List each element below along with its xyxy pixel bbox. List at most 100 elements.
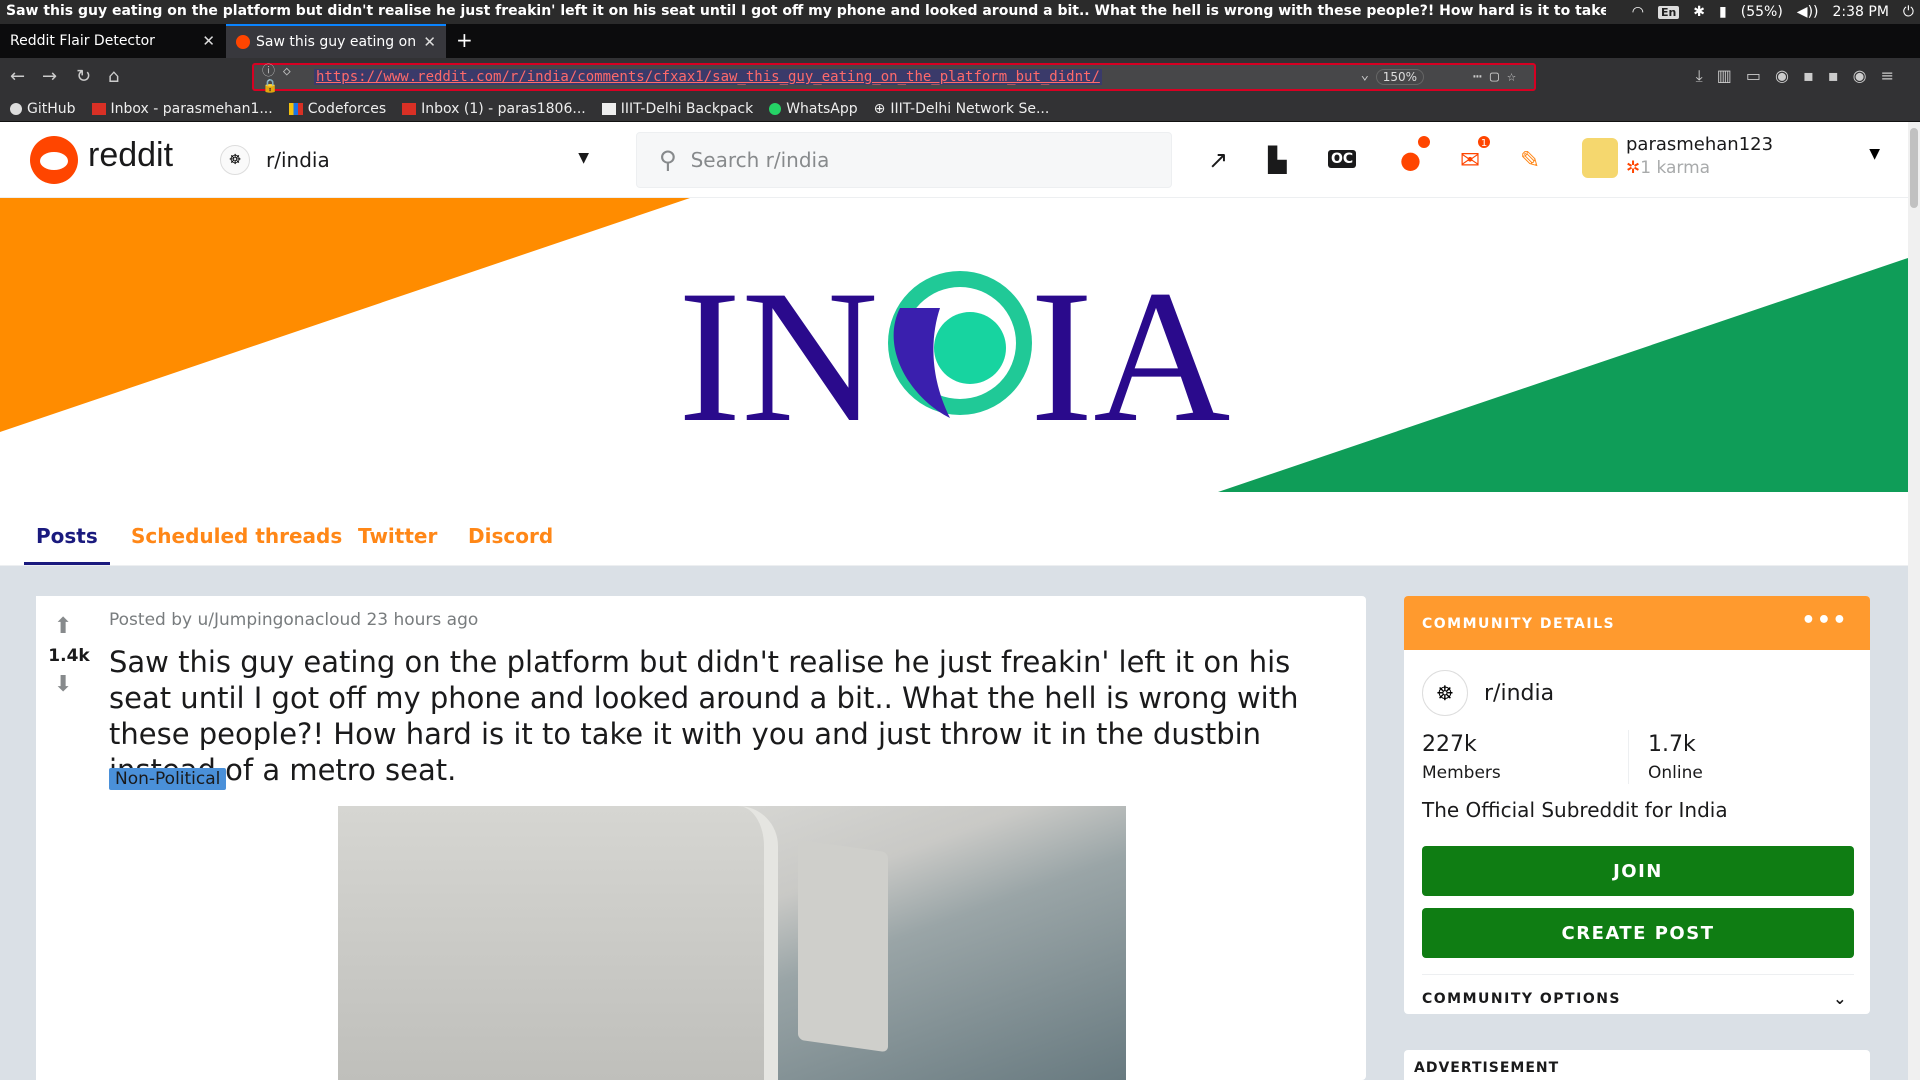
create-post-button[interactable]: CREATE POST	[1422, 908, 1854, 958]
trending-icon[interactable]: ↗	[1208, 146, 1228, 174]
system-tray: ◠ En ✱ ▮ (55%) ◀)) 2:38 PM ⏻	[1632, 0, 1914, 24]
zoom-level[interactable]: 150%	[1375, 69, 1424, 85]
chat-badge	[1416, 134, 1432, 150]
karma: ✲1 karma	[1626, 158, 1711, 178]
downvote-icon[interactable]: ⬇	[54, 672, 72, 697]
reload-icon[interactable]: ↻	[76, 66, 91, 87]
url-text[interactable]: https://www.reddit.com/r/india/comments/…	[314, 69, 1102, 85]
current-subreddit: r/india	[266, 148, 330, 172]
tab-title: Saw this guy eating on t	[256, 34, 416, 50]
tab-discord[interactable]: Discord	[468, 524, 553, 548]
chat-icon[interactable]: ●	[1400, 146, 1421, 174]
back-icon[interactable]: ←	[10, 66, 25, 87]
page-scrollbar[interactable]	[1908, 122, 1920, 1080]
community-description: The Official Subreddit for India	[1422, 798, 1728, 822]
chevron-down-icon: ▼	[1869, 146, 1880, 162]
username: parasmehan123	[1626, 134, 1774, 155]
keyboard-language[interactable]: En	[1657, 5, 1680, 19]
bluetooth-icon[interactable]: ✱	[1693, 4, 1705, 20]
bookmark-whatsapp[interactable]: WhatsApp	[769, 101, 858, 117]
post-meta[interactable]: Posted by u/Jumpingonacloud 23 hours ago	[109, 610, 478, 630]
whatsapp-icon	[769, 102, 782, 115]
community-identity[interactable]: ☸ r/india	[1422, 670, 1554, 716]
volume-icon[interactable]: ◀))	[1797, 4, 1819, 20]
post-image[interactable]	[338, 806, 1126, 1080]
subreddit-menu: Posts Scheduled threads Twitter Discord	[0, 504, 1908, 566]
stat-divider	[1628, 730, 1629, 784]
battery-icon[interactable]: ▮	[1719, 4, 1727, 20]
banner-graphic: IN IA	[0, 198, 1908, 492]
tab-posts[interactable]: Posts	[24, 524, 110, 565]
window-title: Saw this guy eating on the platform but …	[6, 3, 1606, 19]
scrollbar-thumb[interactable]	[1910, 128, 1918, 208]
join-button[interactable]: JOIN	[1422, 846, 1854, 896]
github-icon	[10, 102, 22, 115]
post-title: Saw this guy eating on the platform but …	[109, 645, 1299, 787]
chevron-down-icon: ▼	[578, 150, 589, 166]
gmail-icon	[91, 102, 106, 115]
online-stat: 1.7k Online	[1648, 732, 1703, 783]
bookmark-gmail[interactable]: Inbox - parasmehan1...	[91, 101, 273, 117]
vote-column: ⬆ 1.4k ⬇	[36, 596, 94, 1080]
clock[interactable]: 2:38 PM	[1833, 4, 1889, 20]
bookmark-backpack[interactable]: IIIT-Delhi Backpack	[601, 101, 753, 117]
leaderboard-icon[interactable]: ▙	[1268, 146, 1286, 174]
avatar	[1582, 138, 1618, 178]
tab-twitter[interactable]: Twitter	[358, 524, 437, 548]
bookmark-gmail-2[interactable]: Inbox (1) - paras1806...	[402, 101, 586, 117]
vote-count: 1.4k	[48, 646, 90, 666]
page-actions-icon[interactable]: ⋯▢☆	[1473, 67, 1524, 85]
close-tab-icon[interactable]: ✕	[202, 32, 215, 50]
site-info-icon[interactable]: ⓘ ◇ 🔒	[262, 60, 314, 94]
reddit-header: reddit ☸ r/india ▼ ⚲ ↗ ▙ OC ● ✉ 1 ✎ para…	[0, 122, 1908, 198]
os-top-bar: Saw this guy eating on the platform but …	[0, 0, 1920, 24]
community-details-card: COMMUNITY DETAILS ••• ☸ r/india 227k Mem…	[1404, 596, 1870, 1014]
green-stripe	[1218, 258, 1908, 492]
codeforces-icon	[288, 102, 303, 115]
post-card: ⬆ 1.4k ⬇ Posted by u/Jumpingonacloud 23 …	[36, 596, 1366, 1080]
power-icon[interactable]: ⏻	[1903, 4, 1914, 20]
oc-icon[interactable]: OC	[1328, 150, 1357, 168]
address-bar[interactable]: ⓘ ◇ 🔒 https://www.reddit.com/r/india/com…	[252, 60, 1536, 94]
bookmark-network[interactable]: ⊕ IIIT-Delhi Network Se...	[874, 101, 1050, 117]
user-menu[interactable]: parasmehan123 ✲1 karma ▼	[1582, 132, 1882, 188]
browser-tab-active[interactable]: Saw this guy eating on t ✕	[226, 24, 446, 58]
browser-tab[interactable]: Reddit Flair Detector ✕	[0, 24, 225, 58]
close-tab-icon[interactable]: ✕	[423, 33, 436, 51]
create-post-pencil-icon[interactable]: ✎	[1520, 146, 1540, 174]
post-flair[interactable]: Non-Political	[109, 768, 227, 790]
subreddit-name: r/india	[1484, 680, 1555, 706]
metro-panel-image	[798, 839, 888, 1053]
peacock-icon	[888, 271, 1032, 418]
new-tab-icon[interactable]: +	[456, 28, 473, 52]
toolbar-extensions-icons[interactable]: ⤓▥▭◉▪▪◉≡	[1696, 66, 1908, 86]
tab-scheduled-threads[interactable]: Scheduled threads	[131, 524, 342, 548]
home-icon[interactable]: ⌂	[108, 66, 119, 87]
forward-icon[interactable]: →	[42, 66, 57, 87]
wifi-icon[interactable]: ◠	[1632, 4, 1644, 20]
mail-badge: 1	[1476, 134, 1492, 150]
search-bar[interactable]: ⚲	[636, 132, 1172, 188]
subreddit-banner: IN IA	[0, 198, 1908, 504]
bookmark-github[interactable]: GitHub	[10, 101, 76, 117]
bookmark-codeforces[interactable]: Codeforces	[288, 101, 386, 117]
reddit-logo-icon[interactable]	[30, 136, 78, 184]
banner-title-right: IA	[1030, 252, 1230, 462]
advertisement-label: ADVERTISEMENT	[1404, 1050, 1870, 1080]
community-options-toggle[interactable]: COMMUNITY OPTIONS ⌄	[1422, 974, 1854, 1014]
browser-tab-strip: Reddit Flair Detector ✕ Saw this guy eat…	[0, 24, 1920, 58]
reddit-favicon-icon	[236, 35, 250, 49]
more-options-icon[interactable]: •••	[1801, 608, 1848, 633]
subreddit-avatar-icon: ☸	[220, 145, 250, 175]
search-input[interactable]	[688, 147, 1129, 173]
community-switcher[interactable]: ☸ r/india ▼	[220, 140, 595, 180]
upvote-icon[interactable]: ⬆	[54, 614, 72, 639]
members-stat: 227k Members	[1422, 732, 1501, 783]
mail-icon[interactable]: ✉	[1460, 146, 1480, 174]
chevron-down-icon[interactable]: ⌄	[1361, 67, 1369, 83]
bookmarks-bar: GitHub Inbox - parasmehan1... Codeforces…	[0, 96, 1920, 122]
reddit-wordmark[interactable]: reddit	[88, 136, 173, 175]
chevron-down-icon: ⌄	[1833, 989, 1848, 1008]
gmail-icon	[402, 102, 417, 115]
karma-icon: ✲	[1626, 158, 1641, 178]
